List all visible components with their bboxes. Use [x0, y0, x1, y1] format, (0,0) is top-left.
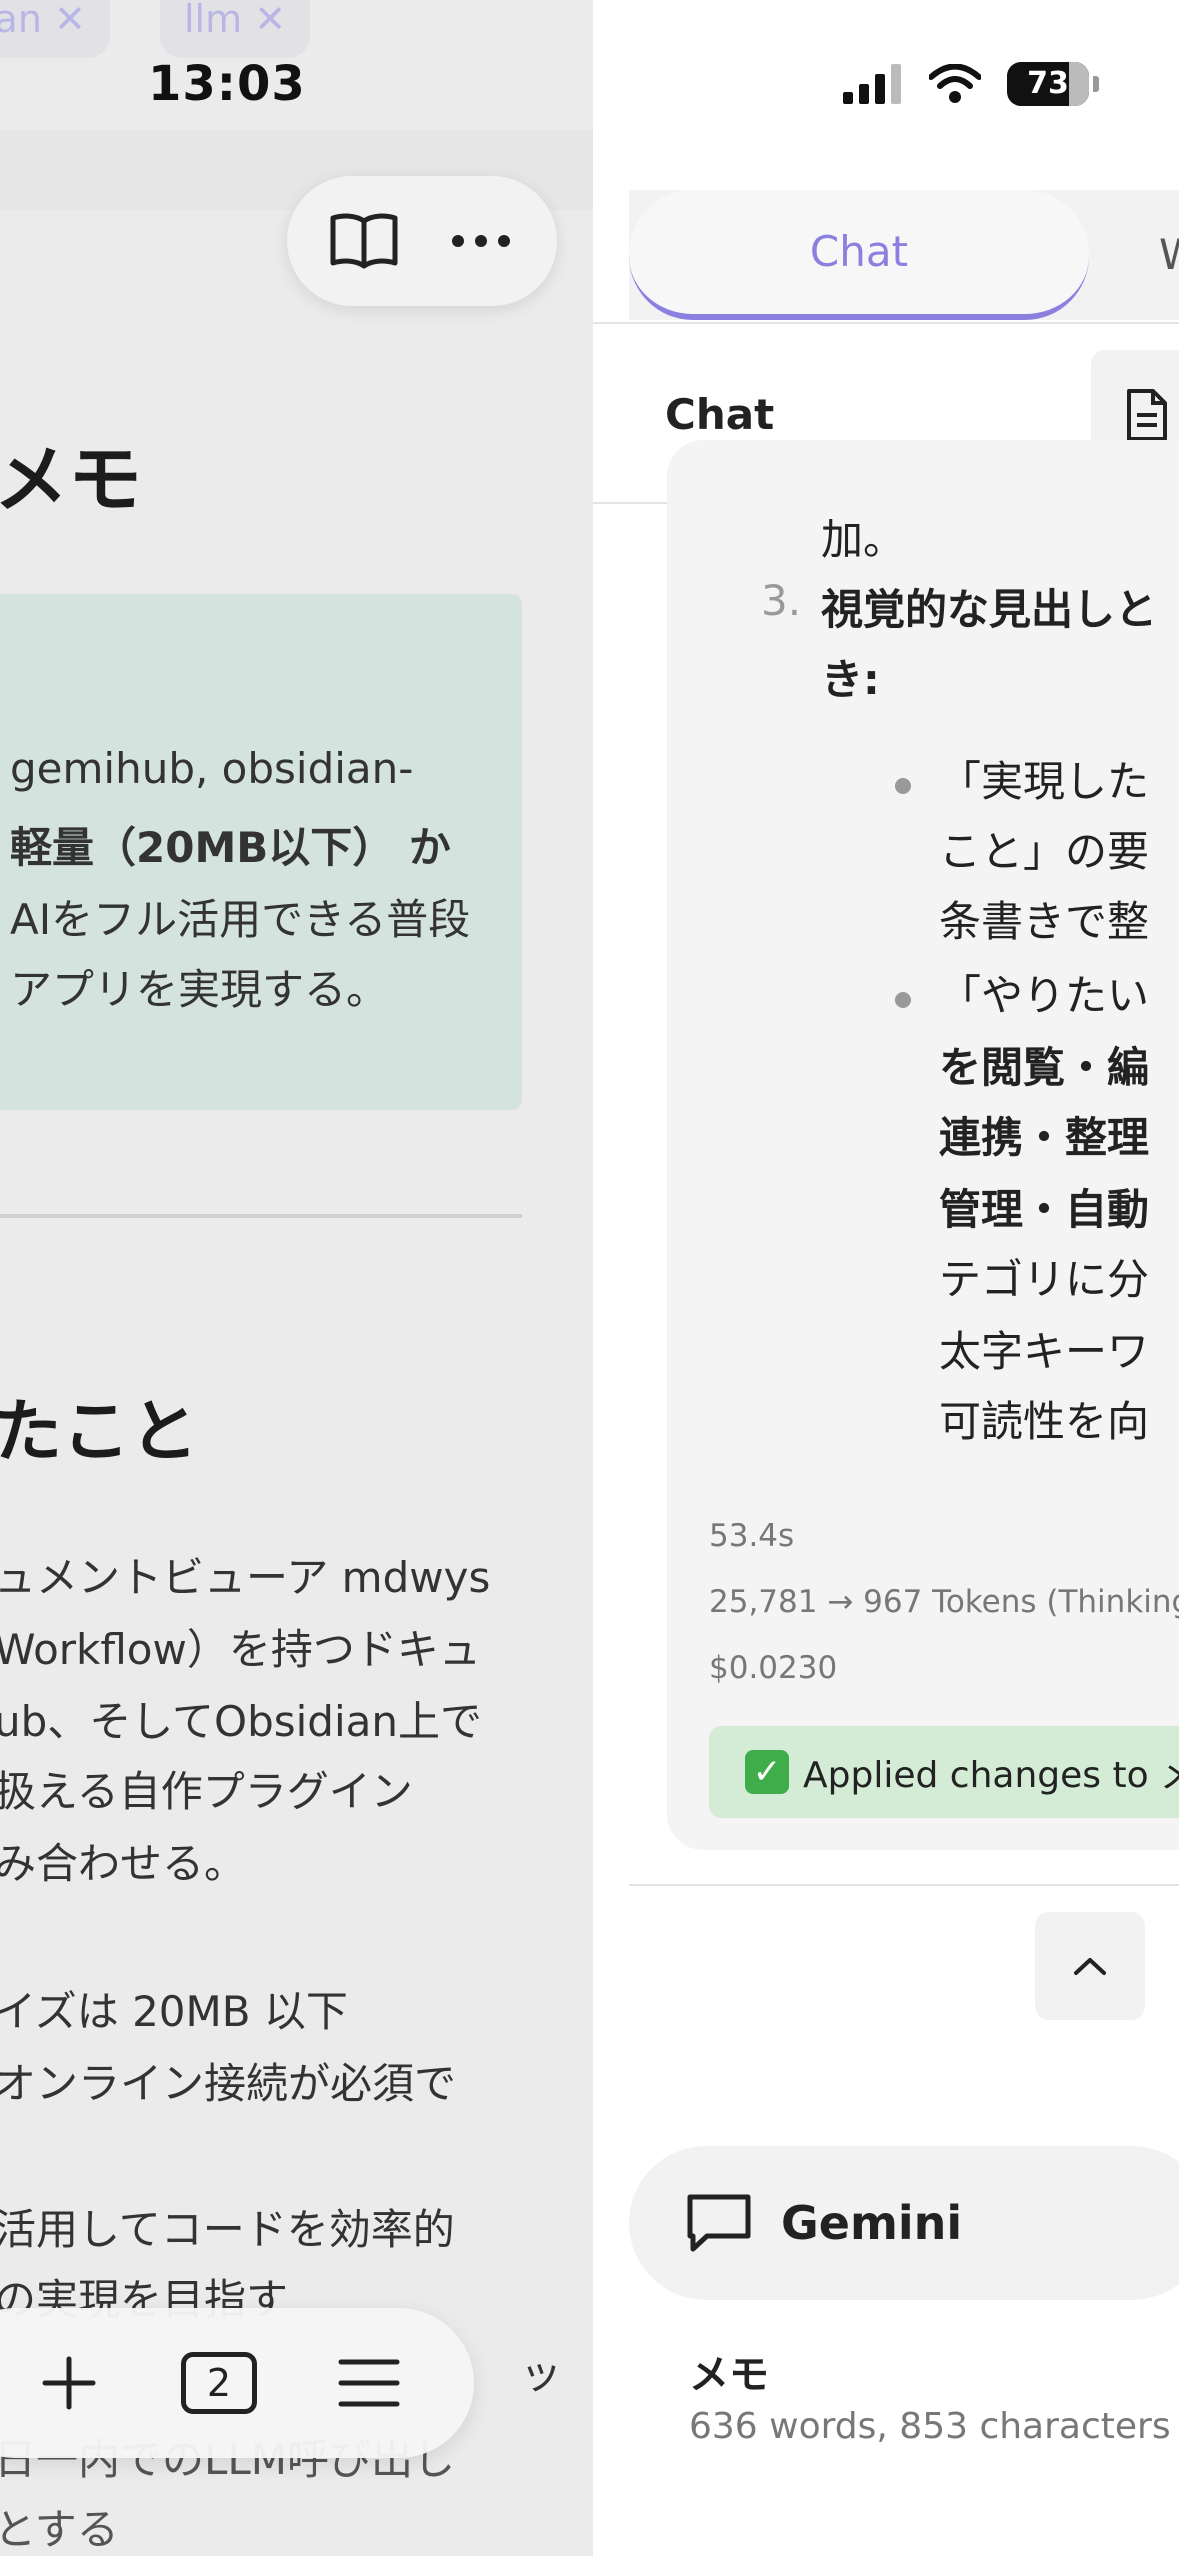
divider	[629, 1884, 1179, 1886]
applied-changes-notice: ✓ Applied changes to メモ	[709, 1726, 1179, 1818]
tab-chat[interactable]: Chat	[629, 190, 1089, 320]
body-line: 扱える自作プラグイン	[0, 1767, 413, 1816]
message-line: 可読性を向	[939, 1397, 1150, 1446]
callout-line: gemihub, obsidian-	[10, 744, 414, 793]
more-options-button[interactable]	[436, 196, 526, 286]
document-icon	[1127, 389, 1167, 441]
message-line: 条書きで整	[939, 897, 1150, 946]
body-line: み合わせる。	[0, 1839, 247, 1888]
reader-actions	[287, 176, 557, 306]
message-line: 連携・整理	[939, 1113, 1150, 1162]
menu-button[interactable]	[324, 2338, 414, 2428]
bullet	[895, 992, 911, 1008]
note-editor-pane[interactable]: ian ✕ llm ✕ 13:03 メモ gemihub,	[0, 0, 593, 2556]
scroll-up-button[interactable]	[1035, 1912, 1145, 2020]
doc-title: メモ	[0, 437, 142, 523]
message-line: こと」の要	[939, 827, 1150, 876]
body-line: とする	[0, 2505, 119, 2554]
cellular-signal-icon	[843, 64, 901, 104]
section-heading: たこと	[0, 1393, 199, 1472]
chat-title: Chat	[665, 390, 775, 439]
hamburger-menu-icon	[338, 2359, 400, 2407]
chat-bubble-icon	[687, 2194, 751, 2252]
message-line: き:	[821, 655, 880, 704]
assistant-message: 加。 3. 視覚的な見出しと き: 「実現した こと」の要 条書きで整 「やりた…	[667, 440, 1179, 1850]
message-line: テゴリに分	[939, 1255, 1150, 1304]
tag-label: ian	[0, 0, 42, 41]
callout-line: 軽量（20MB以下） か	[10, 823, 451, 872]
close-icon[interactable]: ✕	[254, 0, 286, 41]
horizontal-rule	[0, 1214, 522, 1218]
tag-label: llm	[184, 0, 243, 41]
token-usage: 25,781 → 967 Tokens (Thinking	[709, 1584, 1179, 1620]
message-line: 視覚的な見出しと	[821, 585, 1158, 634]
model-name: Gemini	[781, 2196, 963, 2250]
ai-chat-pane: 73 Chat W Chat 加。 3. 視覚的な見出しと き:	[593, 0, 1179, 2556]
body-line: ュメントビューア mdwys	[0, 1553, 491, 1602]
battery-nub	[1093, 76, 1099, 92]
chevron-up-icon	[1074, 1958, 1106, 1975]
tab-secondary[interactable]: W	[1159, 190, 1179, 320]
elapsed-time: 53.4s	[709, 1518, 795, 1554]
check-mark-icon: ✓	[745, 1750, 789, 1794]
close-icon[interactable]: ✕	[54, 0, 86, 41]
battery-empty-portion	[1069, 62, 1089, 106]
message-line: を閲覧・編	[939, 1043, 1150, 1092]
cost: $0.0230	[709, 1650, 838, 1686]
note-statistics: 636 words, 853 characters	[689, 2406, 1171, 2447]
new-note-button[interactable]	[24, 2338, 114, 2428]
tag-chip-llm[interactable]: llm ✕	[160, 0, 311, 58]
list-number: 3.	[761, 576, 802, 625]
tab-count: 2	[181, 2352, 257, 2414]
callout-block: gemihub, obsidian- 軽量（20MB以下） か AIをフル活用で…	[0, 594, 522, 1110]
screen: ian ✕ llm ✕ 13:03 メモ gemihub,	[0, 0, 1179, 2556]
battery-indicator: 73	[1007, 62, 1089, 106]
tab-switcher-button[interactable]: 2	[174, 2338, 264, 2428]
model-selector[interactable]: Gemini	[629, 2146, 1179, 2300]
callout-line: AIをフル活用できる普段	[10, 895, 471, 944]
message-line: 「やりたい	[939, 971, 1150, 1020]
chat-tab-bar: Chat W	[629, 190, 1179, 320]
body-line: ッ	[520, 2349, 563, 2398]
callout-line: アプリを実現する。	[10, 965, 389, 1014]
message-line: 加。	[821, 515, 906, 564]
ellipsis-icon	[451, 235, 510, 247]
body-line: 活用してコードを効率的	[0, 2205, 455, 2254]
wifi-icon	[929, 64, 981, 103]
status-time: 13:03	[148, 56, 306, 112]
body-line: ub、そしてObsidian上で	[0, 1697, 482, 1746]
message-line: 「実現した	[939, 757, 1150, 806]
reading-view-button[interactable]	[319, 196, 409, 286]
applied-changes-text: Applied changes to メモ	[803, 1755, 1179, 1796]
plus-icon	[42, 2356, 96, 2410]
status-indicators: 73	[843, 62, 1099, 106]
message-line: 管理・自動	[939, 1185, 1150, 1234]
tag-chip-obsidian[interactable]: ian ✕	[0, 0, 110, 58]
battery-level: 73	[1027, 66, 1069, 101]
body-line: Workflow）を持つドキュ	[0, 1625, 481, 1674]
message-line: 太字キーワ	[939, 1327, 1150, 1376]
current-note-name: メモ	[689, 2352, 769, 2398]
body-line: イズは 20MB 以下	[0, 1987, 348, 2036]
bottom-toolbar: 2	[0, 2308, 474, 2458]
bullet	[895, 778, 911, 794]
book-open-icon	[330, 213, 397, 269]
body-line: オンライン接続が必須で	[0, 2059, 457, 2108]
